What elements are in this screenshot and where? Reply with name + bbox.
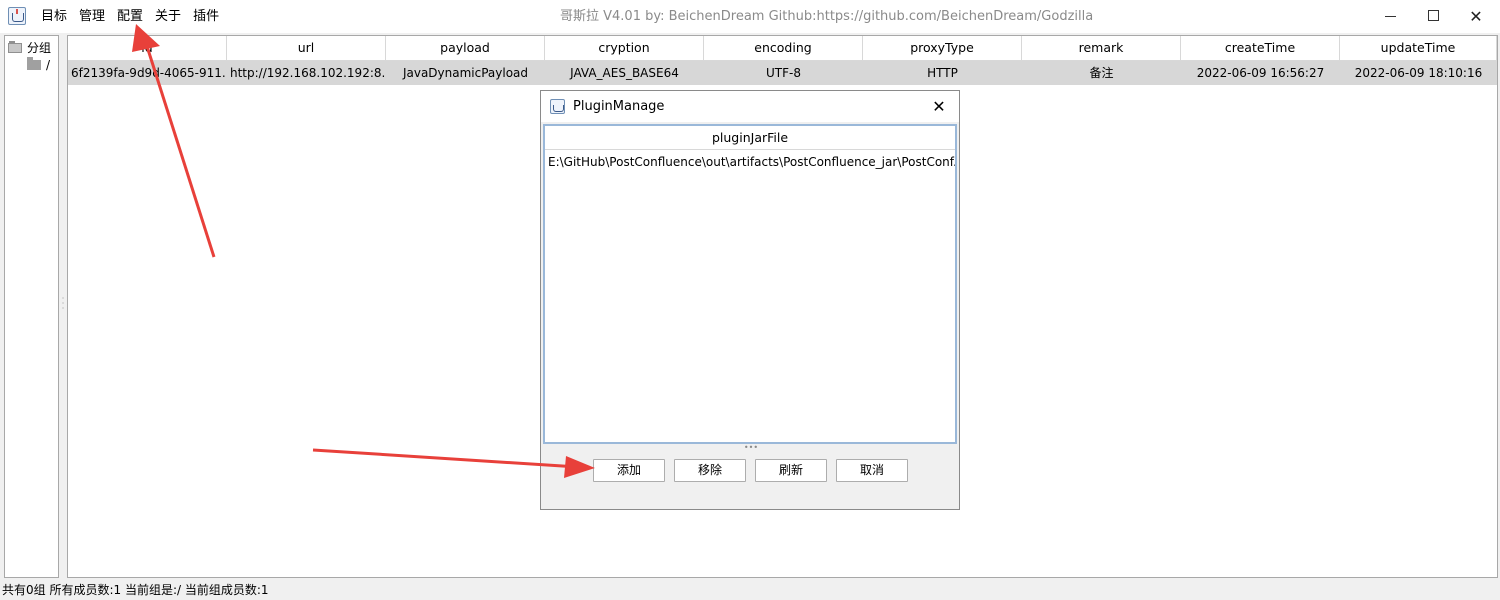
cell-updatetime: 2022-06-09 18:10:16	[1354, 66, 1483, 80]
minimize-icon	[1385, 16, 1396, 17]
dialog-close-button[interactable]: ✕	[921, 91, 957, 122]
list-item[interactable]: E:\GitHub\PostConfluence\out\artifacts\P…	[545, 151, 955, 173]
table-header: id url payload cryption encoding proxyTy…	[68, 36, 1497, 61]
column-header-url[interactable]: url	[227, 36, 386, 61]
column-header-cryption[interactable]: cryption	[545, 36, 704, 61]
status-bar: 共有0组 所有成员数:1 当前组是:/ 当前组成员数:1	[0, 580, 1500, 600]
cell-url: http://192.168.102.192:8...	[230, 66, 386, 80]
cell-cryption: JAVA_AES_BASE64	[570, 66, 679, 80]
group-tree: 分组 /	[4, 35, 59, 578]
remove-button[interactable]: 移除	[674, 459, 746, 482]
window-title: 哥斯拉 V4.01 by: BeichenDream Github:https:…	[560, 9, 1094, 24]
cancel-button[interactable]: 取消	[836, 459, 908, 482]
menu-about[interactable]: 关于	[149, 0, 187, 33]
menu-target[interactable]: 目标	[35, 0, 73, 33]
refresh-button[interactable]: 刷新	[755, 459, 827, 482]
add-button[interactable]: 添加	[593, 459, 665, 482]
java-app-icon	[8, 7, 26, 25]
table-row[interactable]: 6f2139fa-9d9d-4065-911... http://192.168…	[68, 61, 1497, 85]
tree-node-root[interactable]: 分组	[8, 39, 51, 56]
menu-manage[interactable]: 管理	[73, 0, 111, 33]
folder-icon	[27, 57, 41, 70]
cell-proxytype: HTTP	[927, 66, 958, 80]
close-button[interactable]: ✕	[1453, 0, 1499, 33]
tree-node-root-label: 分组	[27, 41, 52, 55]
column-header-payload[interactable]: payload	[386, 36, 545, 61]
menu-plugin[interactable]: 插件	[187, 0, 225, 33]
cell-id: 6f2139fa-9d9d-4065-911...	[71, 66, 227, 80]
column-header-createtime[interactable]: createTime	[1181, 36, 1340, 61]
cell-remark: 备注	[1089, 66, 1114, 80]
folder-open-icon	[8, 40, 22, 53]
plugin-list[interactable]: pluginJarFile E:\GitHub\PostConfluence\o…	[543, 124, 957, 444]
dialog-title-bar: PluginManage ✕	[541, 91, 959, 122]
splitter-handle[interactable]: · · ·	[60, 295, 66, 316]
title-bar: 目标 管理 配置 关于 插件 哥斯拉 V4.01 by: BeichenDrea…	[0, 0, 1500, 33]
column-header-encoding[interactable]: encoding	[704, 36, 863, 61]
cell-payload: JavaDynamicPayload	[402, 66, 529, 80]
maximize-button[interactable]	[1410, 0, 1456, 33]
java-app-icon	[550, 99, 565, 114]
plugin-list-header[interactable]: pluginJarFile	[545, 126, 955, 150]
maximize-icon	[1428, 10, 1439, 21]
minimize-button[interactable]	[1367, 0, 1413, 33]
cell-createtime: 2022-06-09 16:56:27	[1196, 66, 1325, 80]
column-header-proxytype[interactable]: proxyType	[863, 36, 1022, 61]
column-header-updatetime[interactable]: updateTime	[1340, 36, 1497, 61]
menu-config[interactable]: 配置	[111, 0, 149, 33]
plugin-manage-dialog: PluginManage ✕ pluginJarFile E:\GitHub\P…	[540, 90, 960, 510]
column-header-id[interactable]: id	[68, 36, 227, 61]
cell-encoding: UTF-8	[766, 66, 801, 80]
tree-node-child-label: /	[46, 58, 51, 72]
menu-bar: 目标 管理 配置 关于 插件	[35, 0, 225, 33]
column-header-remark[interactable]: remark	[1022, 36, 1181, 61]
splitter-handle[interactable]: •••	[743, 444, 759, 452]
tree-node-child[interactable]: /	[27, 57, 51, 72]
dialog-title: PluginManage	[573, 99, 665, 114]
